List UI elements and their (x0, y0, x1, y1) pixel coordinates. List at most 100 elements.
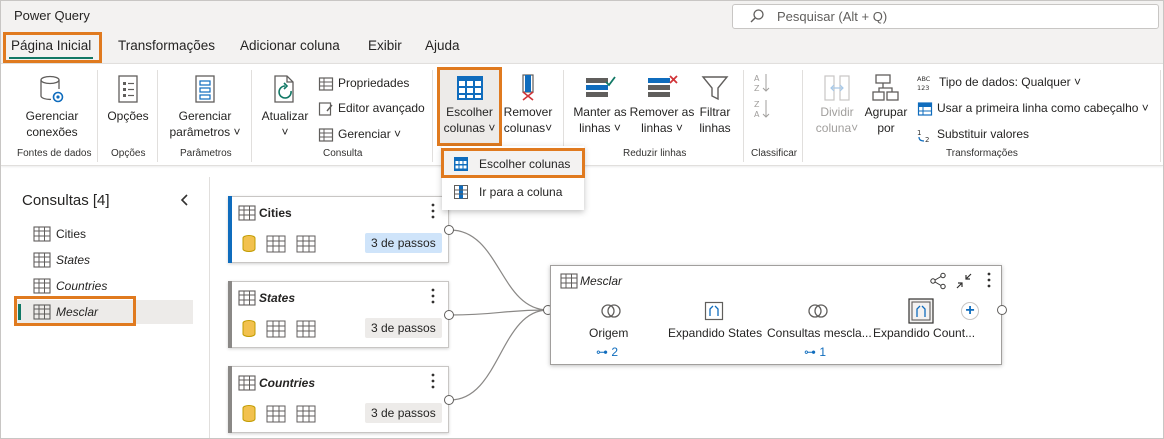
label: Usar a primeira linha como cabeçalho (937, 101, 1139, 115)
label-line: conexões (26, 125, 78, 139)
tab-home[interactable]: Página Inicial (11, 38, 91, 53)
table-header-icon (917, 102, 933, 116)
refresh-button[interactable]: Atualizar ˅ (259, 74, 311, 140)
query-item-states[interactable]: States (16, 248, 193, 272)
query-name: Countries (56, 279, 108, 293)
label-line: Atualizar (261, 109, 309, 123)
label: Propriedades (338, 76, 410, 90)
label-line: Remover as (629, 105, 695, 119)
more-options-icon[interactable] (431, 203, 435, 219)
label-line: Gerenciar (178, 109, 232, 123)
step-icons (242, 235, 316, 253)
merge-step-icon[interactable] (600, 302, 622, 320)
more-options-icon[interactable] (987, 272, 991, 288)
group-label-query: Consulta (323, 148, 363, 159)
go-to-column-icon (454, 185, 468, 199)
remove-rows-button[interactable]: Remover as linhas ˅ (629, 74, 695, 136)
replace-values-icon: 12 (917, 129, 929, 144)
query-card-mesclar[interactable]: Mesclar Origem ⊶ 2 Expandido States Cons… (550, 265, 1002, 365)
step-link[interactable]: ⊶ 1 (804, 345, 826, 359)
search-placeholder: Pesquisar (Alt + Q) (777, 9, 888, 24)
divider (802, 70, 803, 162)
add-step-button[interactable]: + (961, 302, 979, 320)
label: Tipo de dados: Qualquer (939, 75, 1071, 89)
svg-text:ABC: ABC (917, 75, 931, 83)
chevron-left-icon[interactable] (179, 193, 191, 207)
step-label: Consultas mescla... (767, 326, 872, 340)
search-icon (750, 9, 764, 23)
step-link[interactable]: ⊶ 2 (596, 345, 618, 359)
remove-columns-icon (522, 74, 534, 101)
card-title: Cities (259, 206, 292, 220)
query-card-countries[interactable]: Countries 3 de passos (228, 366, 449, 433)
query-card-states[interactable]: States 3 de passos (228, 281, 449, 348)
manage-parameters-button[interactable]: Gerenciar parâmetros ˅ (165, 74, 245, 140)
share-icon[interactable] (929, 272, 947, 290)
properties-button[interactable]: Propriedades (318, 74, 409, 92)
filter-rows-button[interactable]: Filtrar linhas (694, 74, 736, 136)
link-count: 1 (819, 345, 827, 359)
svg-text:1: 1 (917, 129, 921, 137)
label-line: Agrupar (864, 105, 908, 119)
chevron-down-icon: ˅ (1138, 101, 1149, 115)
choose-columns-button[interactable]: Escolher colunas ˅ (440, 74, 499, 136)
card-indicator (228, 366, 232, 433)
remove-columns-button[interactable]: Remover colunas˅ (502, 74, 554, 136)
query-card-cities[interactable]: Cities 3 de passos (228, 196, 449, 263)
options-button[interactable]: Opções (105, 74, 151, 124)
svg-text:A: A (754, 74, 760, 83)
more-options-icon[interactable] (431, 288, 435, 304)
menu-item-choose-columns[interactable]: Escolher colunas (442, 150, 584, 178)
search-box[interactable]: Pesquisar (Alt + Q) (732, 4, 1159, 29)
tab-help[interactable]: Ajuda (425, 38, 460, 53)
label-line: Escolher (446, 105, 493, 119)
label: Gerenciar (338, 127, 391, 141)
output-port[interactable] (444, 310, 454, 320)
group-by-icon (872, 74, 899, 101)
menu-item-go-to-column[interactable]: Ir para a coluna (442, 178, 584, 206)
group-label-parameters: Parâmetros (180, 148, 232, 159)
active-tab-underline (9, 57, 93, 59)
data-type-dropdown[interactable]: ABC 123 Tipo de dados: Qualquer ˅ (917, 73, 1081, 92)
output-port[interactable] (444, 225, 454, 235)
manage-query-button[interactable]: Gerenciar ˅ (318, 125, 401, 143)
expand-step-icon-selected[interactable] (908, 298, 934, 324)
merge-step-icon[interactable] (807, 302, 829, 320)
manage-connections-button[interactable]: Gerenciar conexões (17, 74, 87, 140)
tab-transform[interactable]: Transformações (118, 38, 215, 53)
output-port[interactable] (444, 395, 454, 405)
query-item-countries[interactable]: Countries (16, 274, 193, 298)
sort-ascending-icon: AZ (754, 74, 770, 93)
query-name: States (56, 253, 91, 267)
tab-add-column[interactable]: Adicionar coluna (240, 38, 340, 53)
output-port[interactable] (997, 305, 1007, 315)
sort-descending-button[interactable]: ZA (751, 98, 773, 124)
keep-rows-button[interactable]: Manter as linhas ˅ (569, 74, 631, 136)
data-type-icon: ABC123 (917, 75, 931, 92)
label-line: Opções (107, 109, 149, 123)
table-icon (560, 273, 578, 289)
advanced-editor-button[interactable]: Editor avançado (318, 99, 425, 117)
steps-badge: 3 de passos (365, 318, 442, 338)
tab-view[interactable]: Exibir (368, 38, 402, 53)
step-icons (242, 405, 316, 423)
mesclar-highlight (14, 296, 136, 326)
expand-step-icon[interactable] (704, 301, 724, 321)
query-item-cities[interactable]: Cities (16, 222, 193, 246)
first-row-header-button[interactable]: Usar a primeira linha como cabeçalho ˅ (917, 99, 1149, 117)
ribbon-tabs: Página Inicial Transformações Adicionar … (1, 31, 1163, 63)
replace-values-button[interactable]: 1 2 Substituir valores (917, 125, 1029, 144)
split-column-button[interactable]: Dividir coluna˅ (811, 74, 863, 136)
card-title: Mesclar (580, 274, 623, 288)
more-options-icon[interactable] (431, 373, 435, 389)
label-line: Gerenciar (25, 109, 79, 123)
sort-ascending-button[interactable]: AZ (751, 72, 773, 98)
group-by-button[interactable]: Agrupar por (862, 74, 910, 136)
svg-text:Z: Z (754, 100, 760, 109)
chevron-down-icon: ˅ (1070, 75, 1081, 89)
step-icons (242, 320, 316, 338)
svg-text:2: 2 (925, 136, 929, 143)
link-icon: ⊶ (804, 345, 820, 359)
collapse-icon[interactable] (955, 272, 973, 290)
chevron-down-icon: ˅ (230, 125, 241, 139)
